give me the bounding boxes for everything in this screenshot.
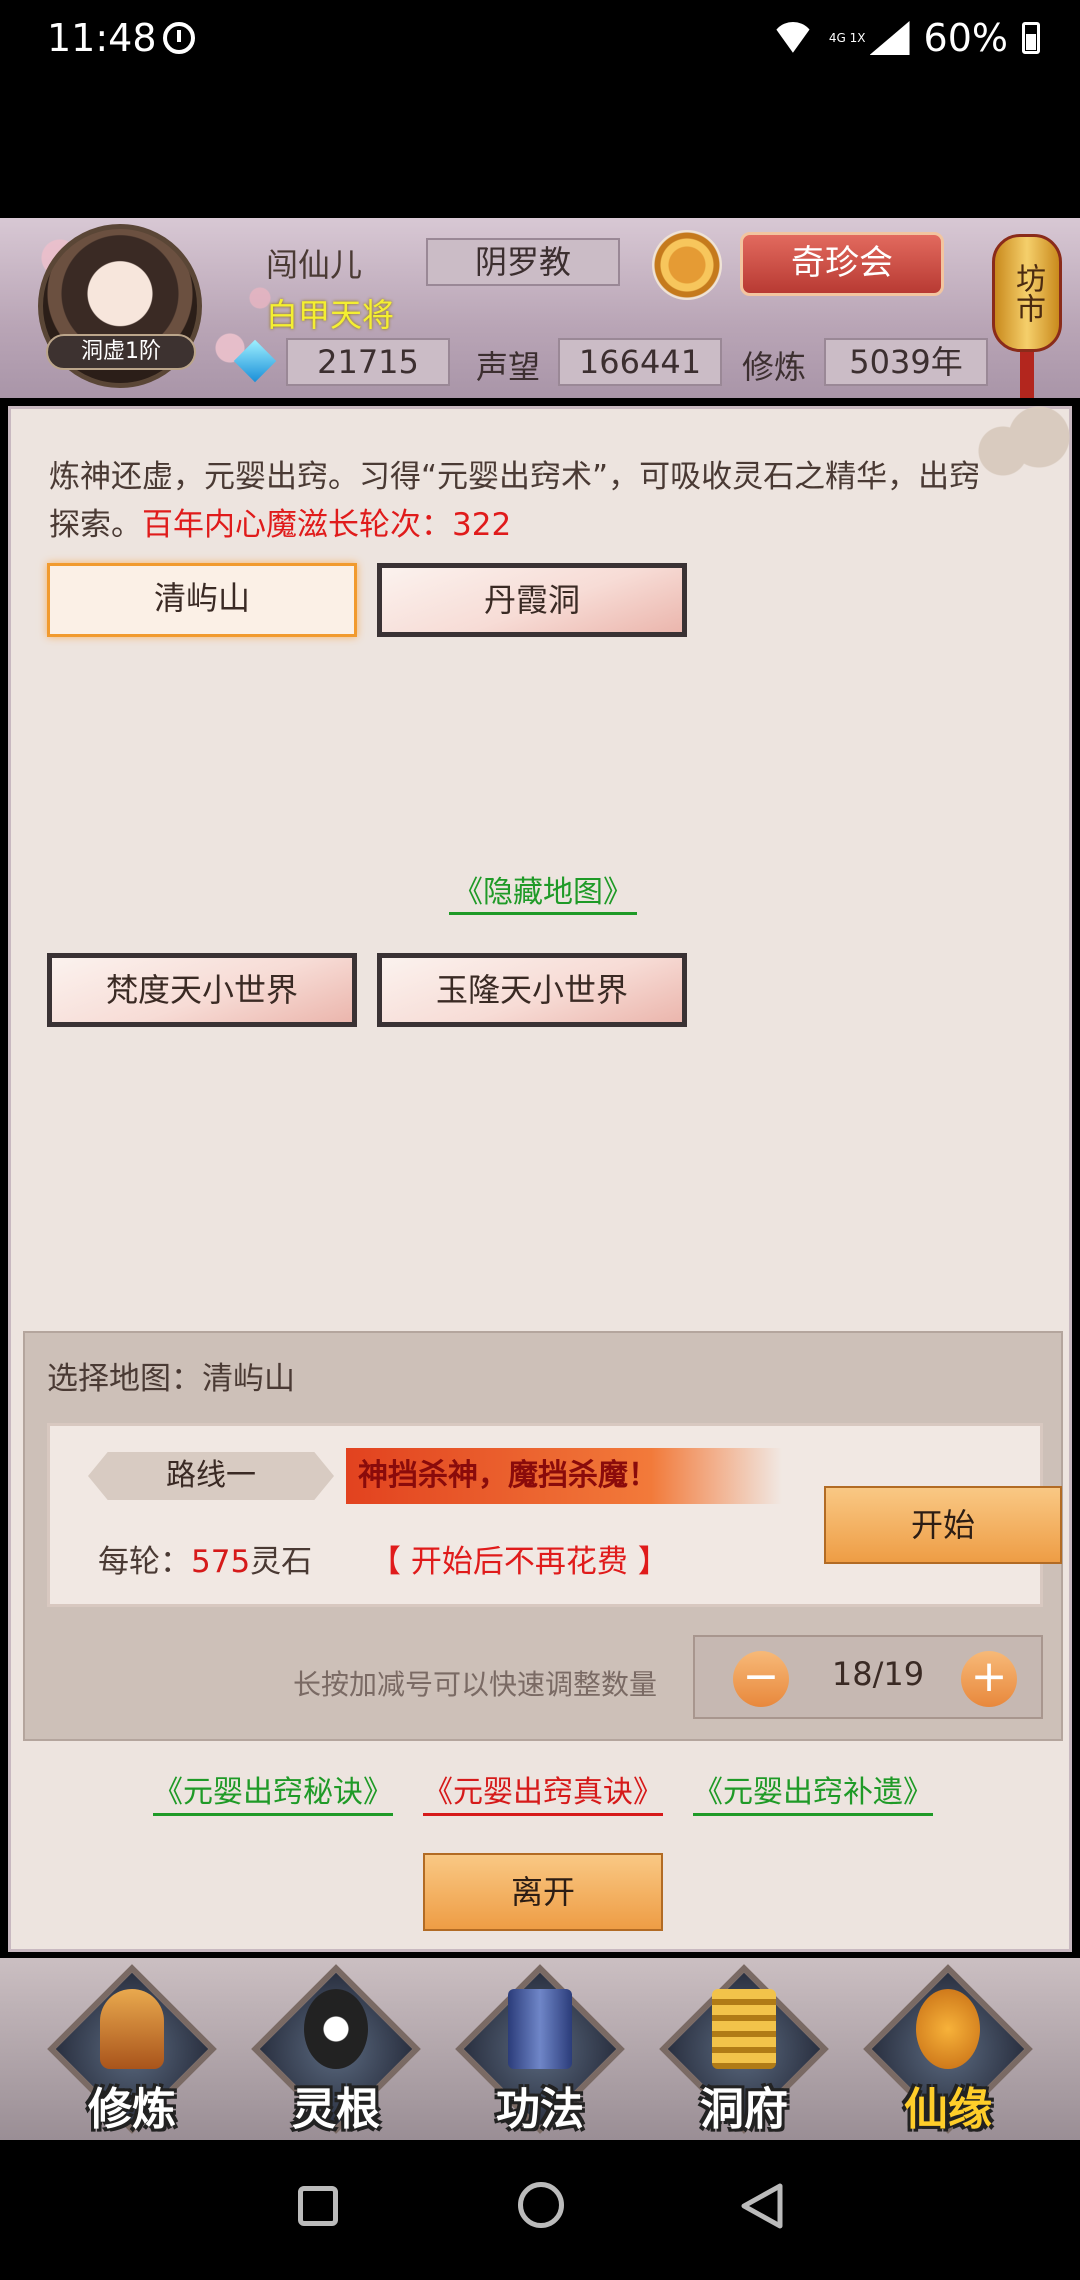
signal-icon (869, 21, 910, 55)
hidden-map-link[interactable]: 《隐藏地图》 (449, 875, 637, 915)
fangshi-lantern-button[interactable]: 坊市 (988, 218, 1066, 398)
player-title: 白甲天将 (266, 296, 395, 334)
nav-label: 修炼 (88, 2084, 176, 2135)
cultivation-label: 修炼 (742, 348, 807, 386)
book-icon (508, 1989, 572, 2069)
cultivation-value: 5039年 (824, 338, 988, 386)
wifi-icon (771, 22, 815, 54)
nav-cave[interactable]: 洞府 (659, 1964, 829, 2135)
monk-icon (100, 1989, 164, 2069)
player-header: 洞虚1阶 闯仙儿 白甲天将 阴罗教 奇珍会 坊市 21715 声望 166441… (0, 218, 1080, 398)
status-time: 11:48 (47, 16, 157, 60)
status-right: 4G 1X 60% (771, 16, 1040, 60)
map-button-fandutian[interactable]: 梵度天小世界 (47, 953, 357, 1027)
battery-percent: 60% (923, 16, 1008, 60)
quantity-value: 18/19 (831, 1655, 925, 1693)
qizhen-button[interactable]: 奇珍会 (740, 232, 944, 296)
route-tag[interactable]: 路线一 (88, 1452, 334, 1500)
cost-suffix: 灵石 (250, 1544, 313, 1580)
lantern-tassel (1020, 352, 1034, 398)
selected-map-label: 选择地图：清屿山 (47, 1361, 295, 1397)
nav-spirit-root[interactable]: 灵根 (251, 1964, 421, 2135)
guide-links: 《元婴出窍秘诀》 《元婴出窍真诀》 《元婴出窍补遗》 (11, 1767, 1075, 1816)
route-card: 路线一 神挡杀神，魔挡杀魔！ 每轮：575灵石 【 开始后不再花费 】 开始 (47, 1423, 1062, 1607)
plus-button[interactable]: + (961, 1651, 1017, 1707)
spirit-stones-value: 21715 (286, 338, 450, 386)
player-name: 闯仙儿 (266, 246, 363, 284)
minus-button[interactable]: − (733, 1651, 789, 1707)
nav-label: 灵根 (292, 2084, 380, 2135)
route-slogan: 神挡杀神，魔挡杀魔！ (346, 1448, 782, 1504)
home-icon[interactable] (518, 2182, 564, 2228)
gourd-icon (916, 1989, 980, 2069)
status-bar: 11:48 4G 1X 60% (0, 0, 1080, 80)
timer-icon (163, 22, 195, 54)
no-more-cost-note: 【 开始后不再花费 】 (370, 1544, 669, 1580)
link-true-tips[interactable]: 《元婴出窍真诀》 (423, 1767, 663, 1816)
back-icon[interactable] (740, 2182, 784, 2230)
heart-demon-rounds: 百年内心魔滋长轮次：322 (142, 507, 512, 543)
nav-fate[interactable]: 仙缘 (863, 1964, 1033, 2135)
sect-name: 阴罗教 (426, 238, 620, 286)
yin-yang-sword-icon (304, 1989, 368, 2069)
leave-button[interactable]: 离开 (423, 1853, 663, 1931)
reputation-value: 166441 (558, 338, 722, 386)
map-button-qingyushan[interactable]: 清屿山 (47, 563, 357, 637)
reputation-label: 声望 (476, 348, 541, 386)
config-panel: 选择地图：清屿山 路线一 神挡杀神，魔挡杀魔！ 每轮：575灵石 【 开始后不再… (23, 1331, 1063, 1741)
cost-per-round: 每轮：575灵石 (98, 1536, 312, 1581)
fangshi-label: 坊市 (992, 234, 1062, 352)
nav-cultivate[interactable]: 修炼 (47, 1964, 217, 2135)
link-secret-tips[interactable]: 《元婴出窍秘诀》 (153, 1767, 393, 1816)
rank-badge: 洞虚1阶 (46, 334, 196, 370)
main-panel: 炼神还虚，元婴出窍。习得“元婴出窍术”，可吸收灵石之精华，出窍探索。百年内心魔滋… (8, 401, 1075, 1952)
recents-icon[interactable] (298, 2186, 338, 2226)
system-nav-bar (0, 2140, 1080, 2280)
battery-icon (1022, 22, 1040, 54)
settings-gear-icon[interactable] (652, 230, 722, 300)
map-button-danxiadong[interactable]: 丹霞洞 (377, 563, 687, 637)
start-button[interactable]: 开始 (824, 1486, 1062, 1564)
nav-techniques[interactable]: 功法 (455, 1964, 625, 2135)
cost-value: 575 (191, 1544, 251, 1580)
nav-label: 洞府 (700, 2084, 788, 2135)
network-type: 4G 1X (828, 30, 866, 45)
link-supplement[interactable]: 《元婴出窍补遗》 (693, 1767, 933, 1816)
cost-prefix: 每轮： (98, 1544, 191, 1580)
quantity-stepper: − 18/19 + (693, 1635, 1043, 1719)
stepper-hint: 长按加减号可以快速调整数量 (293, 1668, 658, 1701)
bottom-nav: 修炼 灵根 功法 洞府 仙缘 (0, 1958, 1080, 2140)
nav-label: 仙缘 (904, 2084, 992, 2135)
hidden-map-heading: 《隐藏地图》 (11, 867, 1075, 915)
pagoda-icon (712, 1989, 776, 2069)
intro-text: 炼神还虚，元婴出窍。习得“元婴出窍术”，可吸收灵石之精华，出窍探索。百年内心魔滋… (49, 453, 989, 549)
map-button-yulongtian[interactable]: 玉隆天小世界 (377, 953, 687, 1027)
nav-label: 功法 (496, 2084, 584, 2135)
